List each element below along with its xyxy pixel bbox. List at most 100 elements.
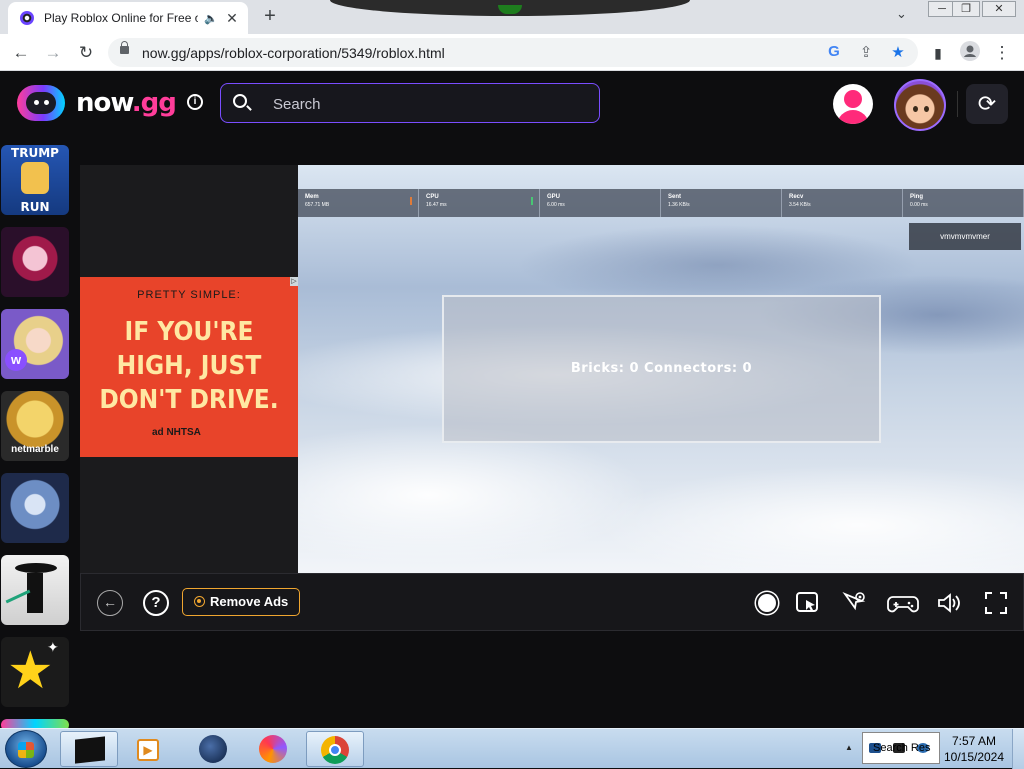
system-clock[interactable]: 7:57 AM 10/15/2024 bbox=[942, 733, 1006, 765]
logo-text-suffix: .gg bbox=[131, 88, 177, 118]
windows-logo-icon bbox=[18, 742, 34, 758]
sidebar-game-netmarble[interactable]: netmarble bbox=[1, 391, 69, 461]
windows-taskbar: ▶ ▲ Search Res 7:57 AM 10/15/2024 bbox=[0, 728, 1024, 769]
sidebar-game-trump-run[interactable]: TRUMP RUN bbox=[1, 145, 69, 215]
tab-title: Play Roblox Online for Free o bbox=[44, 11, 199, 25]
cursor-settings-icon[interactable] bbox=[841, 590, 867, 616]
taskbar-firefox-app[interactable] bbox=[244, 731, 302, 767]
stat-cell: Recv 3.54 KB/s bbox=[782, 189, 903, 217]
back-circle-icon[interactable]: ← bbox=[97, 590, 123, 616]
remove-ads-button[interactable]: Remove Ads bbox=[182, 588, 300, 616]
sidebar-game-anime-dark[interactable] bbox=[1, 227, 69, 297]
help-icon[interactable]: ? bbox=[143, 590, 169, 616]
taskbar-terminal-app[interactable] bbox=[60, 731, 118, 767]
taskbar-chrome-app[interactable] bbox=[306, 731, 364, 767]
share-icon[interactable]: ⇪ bbox=[856, 43, 876, 61]
bookmark-star-icon[interactable]: ★ bbox=[888, 43, 908, 61]
browser-tab-strip: Play Roblox Online for Free o 🔈 ✕ + ⌄ ─ … bbox=[0, 0, 1024, 34]
menu-icon[interactable]: ⋮ bbox=[990, 41, 1014, 65]
sidebar-game-blonde-girl[interactable]: w bbox=[1, 309, 69, 379]
game-viewport[interactable]: Mem 657.71 MB CPU 16.47 ms GPU 6.00 ms Sent 1.3… bbox=[298, 165, 1024, 573]
sidebar-game-blue-hero[interactable] bbox=[1, 473, 69, 543]
stat-value: 657.71 MB bbox=[305, 202, 330, 208]
taskbar-steam-app[interactable] bbox=[184, 731, 242, 767]
game-hat-shape bbox=[15, 563, 57, 573]
record-icon[interactable] bbox=[754, 590, 780, 616]
performance-stats-bar: Mem 657.71 MB CPU 16.47 ms GPU 6.00 ms Sent 1.3… bbox=[298, 189, 1024, 217]
logo-text-main: now bbox=[76, 88, 133, 118]
sidebar-game-star[interactable]: ★ ✦ bbox=[1, 637, 69, 707]
stat-cell: GPU 6.00 ms bbox=[540, 189, 661, 217]
game-label-bottom: netmarble bbox=[11, 444, 59, 455]
address-bar[interactable]: now.gg/apps/roblox-corporation/5349/robl… bbox=[108, 38, 918, 67]
avatar[interactable] bbox=[894, 79, 946, 131]
search-icon bbox=[233, 94, 247, 108]
stat-name: Ping bbox=[910, 194, 923, 200]
taskbar-media-player-app[interactable]: ▶ bbox=[120, 731, 178, 767]
notch-indicator bbox=[498, 5, 522, 14]
screenshot-icon[interactable] bbox=[795, 590, 821, 616]
tray-notification-area[interactable]: Search Res bbox=[862, 732, 940, 764]
site-header: now.gg i ⟳ bbox=[0, 71, 1024, 135]
tab-close-icon[interactable]: ✕ bbox=[224, 10, 240, 27]
tray-text: Search Res bbox=[873, 742, 931, 754]
browser-tab[interactable]: Play Roblox Online for Free o 🔈 ✕ bbox=[8, 2, 248, 34]
back-arrow-icon[interactable]: ← bbox=[9, 41, 33, 65]
game-label-bottom: RUN bbox=[20, 200, 50, 214]
google-lens-icon[interactable]: G bbox=[824, 43, 844, 60]
close-window-button[interactable]: ✕ bbox=[982, 1, 1016, 17]
user-icon-head bbox=[844, 90, 862, 108]
tray-expand-icon[interactable]: ▲ bbox=[845, 743, 853, 752]
logo-eye-left bbox=[34, 100, 39, 105]
adchoices-icon[interactable]: ▷ bbox=[290, 277, 298, 286]
stat-cell: Ping 0.00 ms bbox=[903, 189, 1024, 217]
browser-toolbar: ← → ↻ now.gg/apps/roblox-corporation/534… bbox=[0, 34, 1024, 71]
stat-cell: Sent 1.36 KB/s bbox=[661, 189, 782, 217]
reload-icon[interactable]: ↻ bbox=[74, 41, 98, 65]
stat-value: 16.47 ms bbox=[426, 202, 447, 208]
ad-headline-line: HIGH, JUST bbox=[116, 351, 262, 381]
search-input[interactable] bbox=[273, 93, 573, 115]
refresh-button[interactable]: ⟳ bbox=[966, 84, 1008, 124]
sidebar-game-shadow-fight[interactable] bbox=[1, 555, 69, 625]
media-player-icon: ▶ bbox=[137, 739, 159, 761]
game-character-icon bbox=[21, 162, 49, 194]
lock-icon[interactable] bbox=[120, 41, 129, 54]
fullscreen-icon[interactable] bbox=[983, 590, 1009, 616]
header-divider bbox=[957, 91, 958, 117]
stat-cell: Mem 657.71 MB bbox=[298, 189, 419, 217]
game-label-top: TRUMP bbox=[11, 146, 59, 160]
stat-value: 6.00 ms bbox=[547, 202, 565, 208]
site-search[interactable] bbox=[220, 83, 600, 123]
stat-value: 3.54 KB/s bbox=[789, 202, 811, 208]
stat-name: CPU bbox=[426, 194, 439, 200]
player-name-badge[interactable]: vmvmvmvmer bbox=[909, 223, 1021, 250]
gamepad-icon[interactable] bbox=[887, 590, 919, 616]
url-text[interactable]: now.gg/apps/roblox-corporation/5349/robl… bbox=[142, 45, 445, 61]
logo-eye-right bbox=[44, 100, 49, 105]
stat-cell: CPU 16.47 ms bbox=[419, 189, 540, 217]
tab-search-chevron-icon[interactable]: ⌄ bbox=[896, 6, 907, 22]
info-icon[interactable]: i bbox=[187, 94, 203, 110]
avatar-eye-left bbox=[913, 106, 918, 112]
new-tab-button[interactable]: + bbox=[258, 5, 282, 28]
advertisement[interactable]: PRETTY SIMPLE: IF YOU'RE HIGH, JUST DON'… bbox=[80, 277, 298, 457]
stat-name: Mem bbox=[305, 194, 319, 200]
start-button[interactable] bbox=[5, 730, 47, 768]
site-logo-text[interactable]: now.gg bbox=[76, 88, 177, 118]
restore-button[interactable]: ❐ bbox=[952, 1, 980, 17]
game-silhouette-shape bbox=[27, 573, 43, 613]
user-account-icon[interactable] bbox=[833, 84, 873, 124]
nowgg-logo-icon[interactable] bbox=[17, 85, 65, 121]
show-desktop-button[interactable] bbox=[1012, 729, 1024, 769]
forward-arrow-icon[interactable]: → bbox=[41, 41, 65, 65]
chrome-icon-center bbox=[329, 744, 341, 756]
stat-name: Recv bbox=[789, 194, 804, 200]
side-panel-icon[interactable]: ▮ bbox=[926, 41, 950, 65]
volume-icon[interactable] bbox=[936, 590, 962, 616]
record-dot bbox=[758, 594, 776, 612]
avatar-eye-right bbox=[924, 106, 929, 112]
tab-audio-icon[interactable]: 🔈 bbox=[204, 12, 218, 25]
profile-icon[interactable] bbox=[958, 41, 982, 65]
stat-value: 0.00 ms bbox=[910, 202, 928, 208]
